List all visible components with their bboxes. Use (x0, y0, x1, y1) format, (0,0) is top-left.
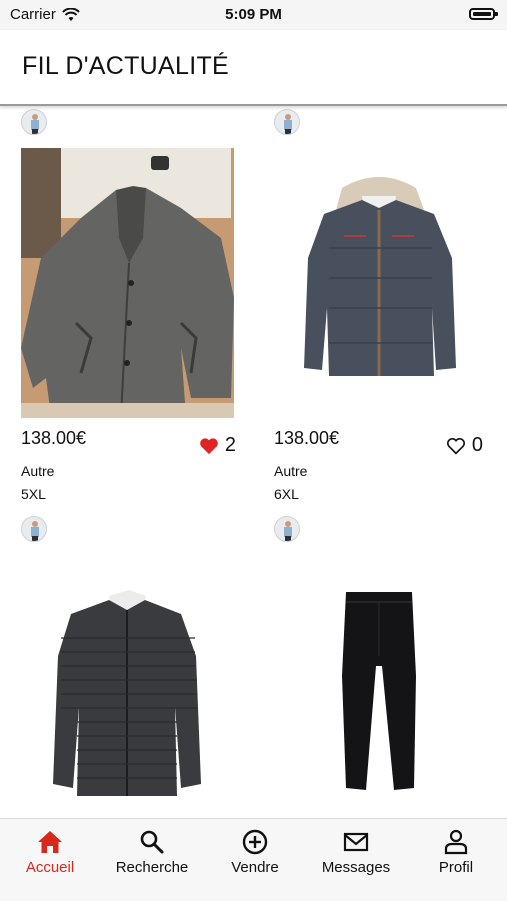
bottom-tab-bar: Accueil Recherche Vendre Messages Profil (0, 818, 507, 901)
avatar-person-icon (284, 521, 292, 541)
tab-label: Profil (438, 859, 474, 876)
tab-label: Recherche (115, 859, 189, 876)
tab-profil[interactable]: Profil (406, 829, 506, 876)
product-photo-quilted-jacket[interactable] (21, 556, 234, 818)
page-title: FIL D'ACTUALITÉ (22, 52, 229, 80)
trousers-image-icon (342, 592, 416, 790)
avatar-person-icon (284, 114, 292, 134)
like-button[interactable]: 2 (199, 434, 236, 457)
battery-icon (469, 8, 498, 20)
product-price: 138.00€ (274, 428, 340, 448)
product-size: 5XL (21, 486, 46, 502)
seller-avatar[interactable] (21, 109, 47, 135)
tab-recherche[interactable]: Recherche (102, 829, 202, 876)
home-icon (38, 831, 62, 853)
plus-circle-icon (242, 829, 268, 855)
avatar-person-icon (31, 114, 39, 134)
status-bar: Carrier 5:09 PM (0, 0, 507, 30)
heart-outline-icon (446, 437, 465, 455)
seller-avatar[interactable] (274, 109, 300, 135)
seller-avatar[interactable] (21, 516, 47, 542)
puffer-jacket-image-icon (304, 177, 456, 376)
product-price: 138.00€ (21, 428, 87, 448)
app-header: FIL D'ACTUALITÉ (0, 30, 507, 106)
tab-label: Vendre (231, 859, 279, 876)
tab-label: Messages (321, 859, 391, 876)
mail-icon (343, 832, 369, 852)
heart-filled-icon (200, 437, 218, 454)
coat-image-icon (21, 148, 234, 418)
product-photo-grey-coat[interactable] (21, 148, 234, 418)
tab-accueil[interactable]: Accueil (0, 829, 100, 876)
tab-messages[interactable]: Messages (306, 829, 406, 876)
like-button[interactable]: 0 (446, 434, 483, 457)
search-icon (140, 830, 164, 854)
avatar-person-icon (31, 521, 39, 541)
seller-avatar[interactable] (274, 516, 300, 542)
status-time: 5:09 PM (225, 6, 282, 23)
tab-vendre[interactable]: Vendre (205, 829, 305, 876)
tab-label: Accueil (25, 859, 75, 876)
product-category: Autre (21, 463, 55, 479)
product-photo-puffer-jacket[interactable] (274, 148, 487, 418)
quilted-jacket-image-icon (53, 590, 201, 796)
product-category: Autre (274, 463, 308, 479)
like-count: 0 (471, 434, 483, 456)
user-icon (444, 829, 468, 855)
like-count: 2 (224, 434, 236, 456)
product-size: 6XL (274, 486, 299, 502)
product-photo-trousers[interactable] (274, 556, 487, 818)
product-feed[interactable]: 138.00€ 2 Autre 5XL 138.00€ 0 Autre 6XL (0, 106, 507, 818)
